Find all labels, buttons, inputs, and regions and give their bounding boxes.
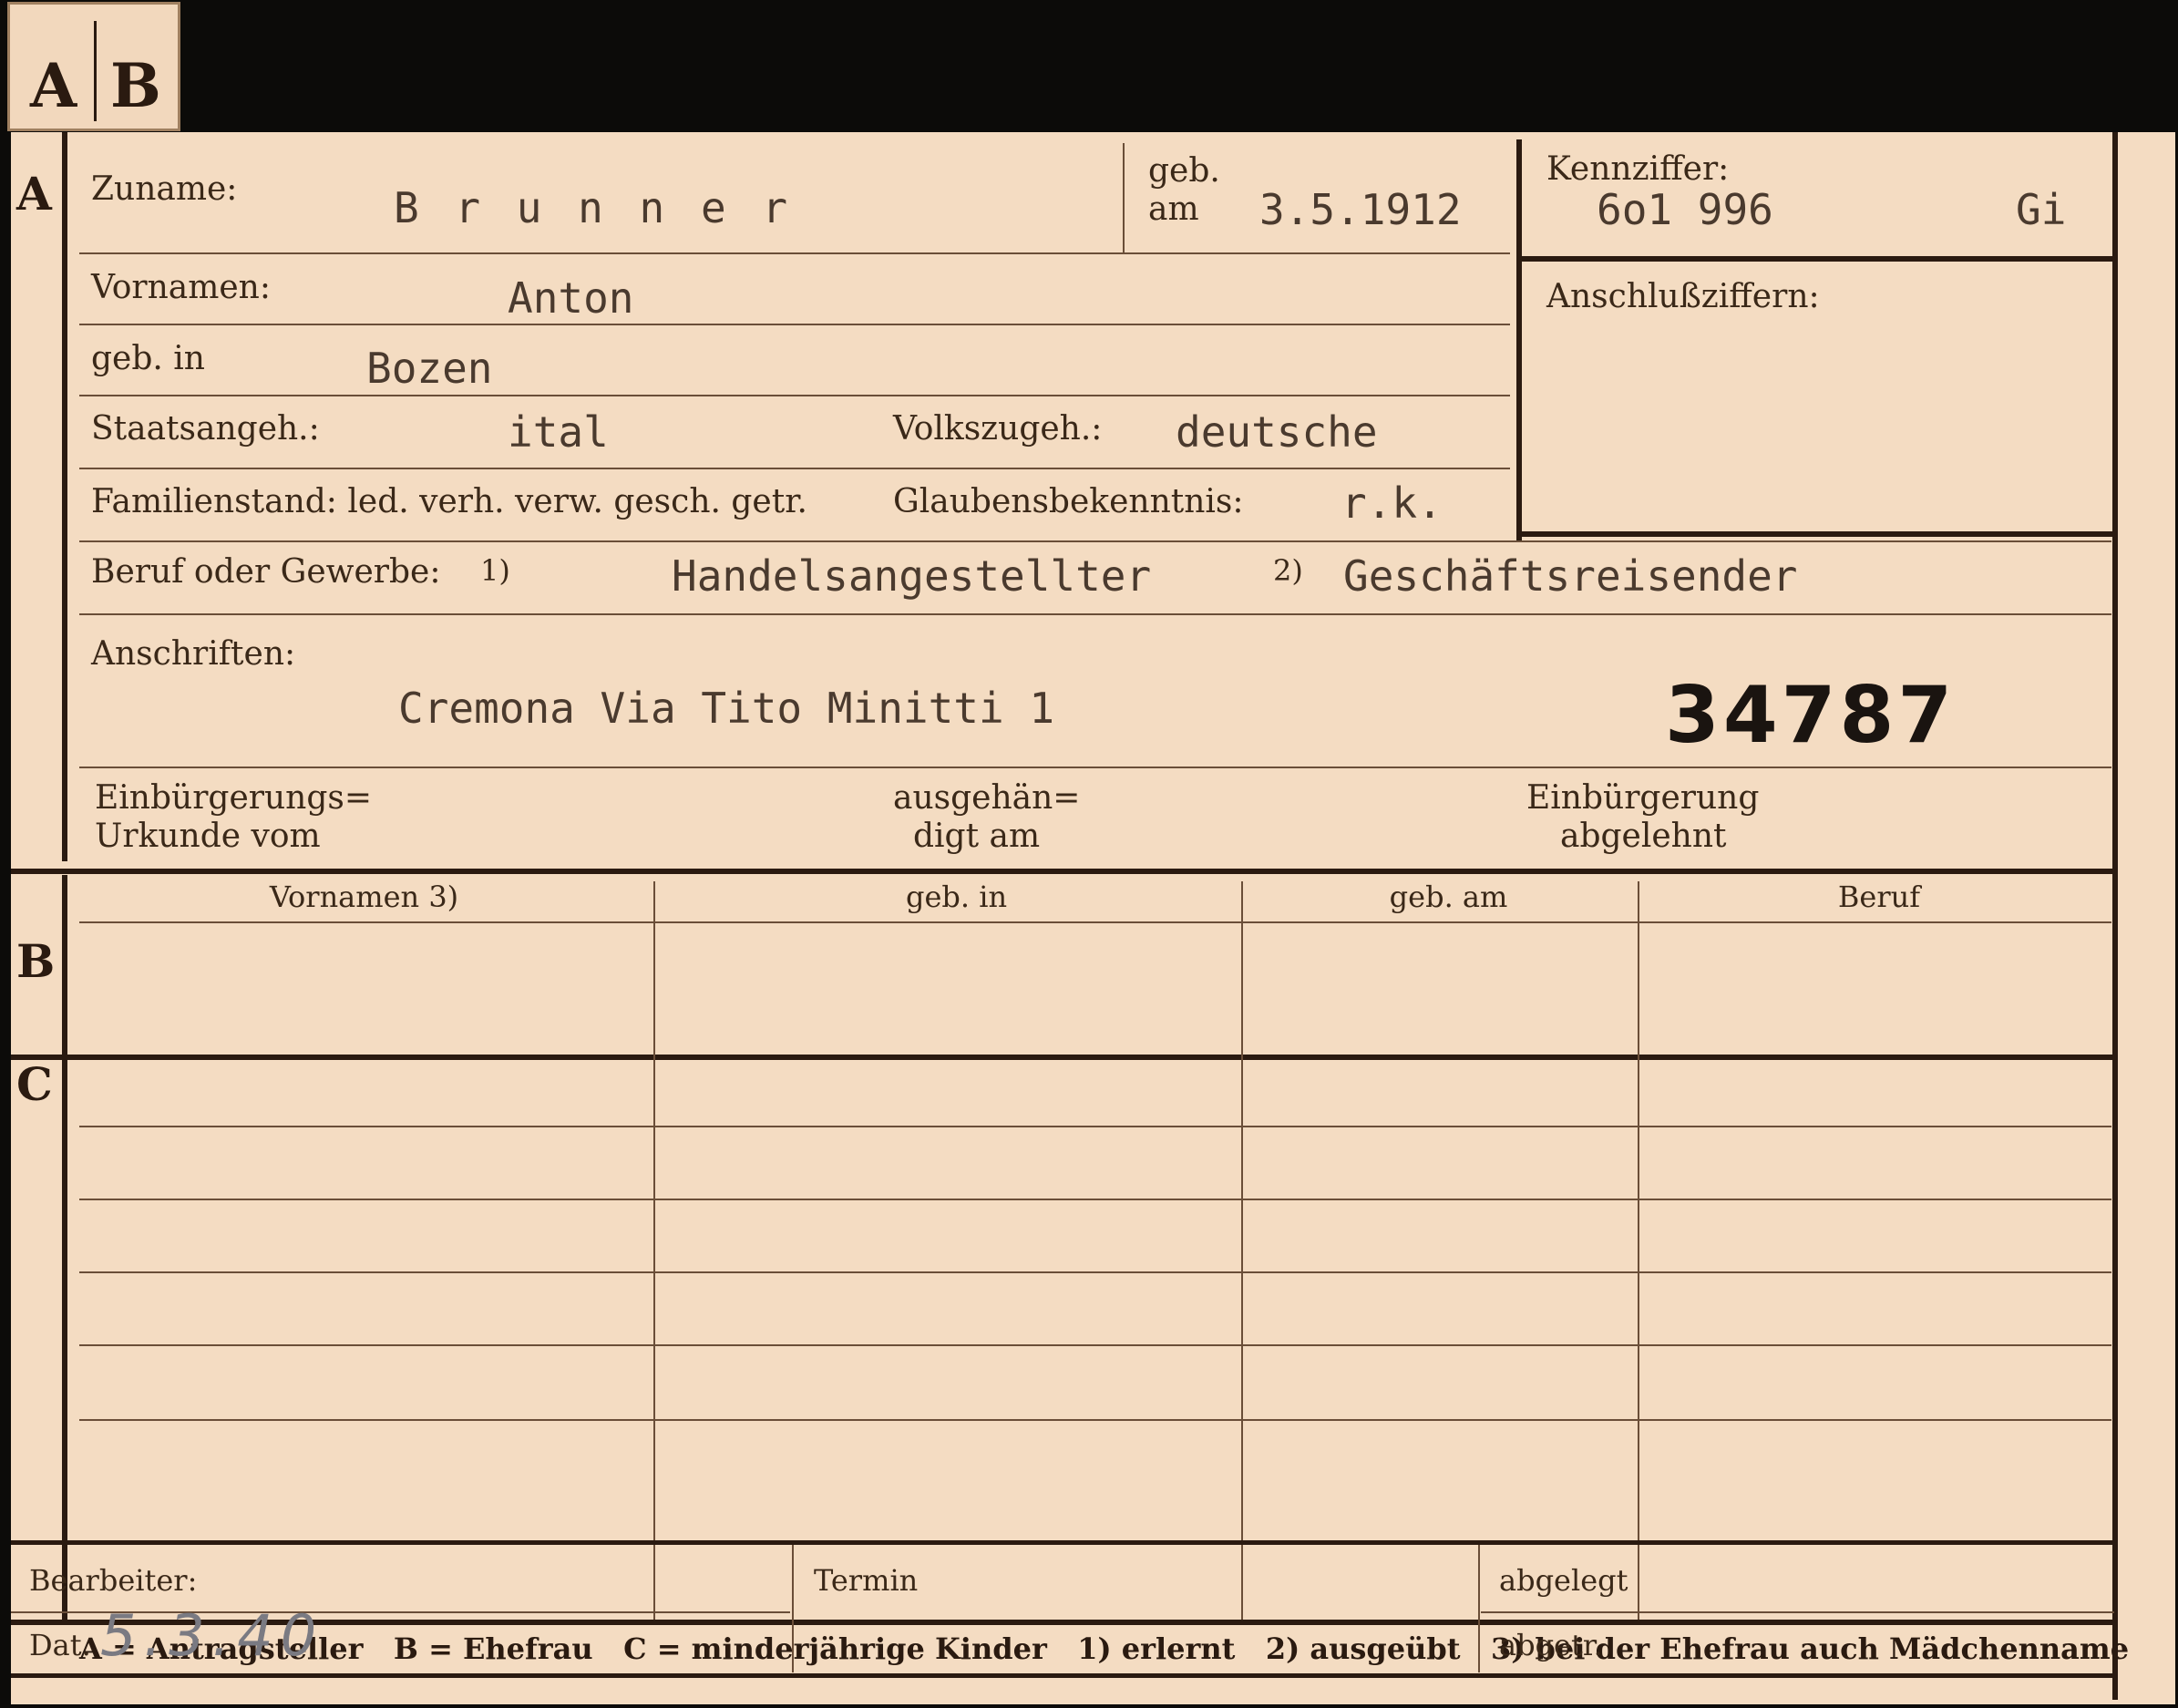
section-label-c: C: [16, 1057, 53, 1111]
row-rule: [79, 468, 1510, 469]
vornamen-value: Anton: [508, 273, 634, 323]
dat-label: Dat.: [29, 1628, 91, 1662]
ausgehaendigt-label-1: ausgehän=: [893, 779, 1081, 817]
zuname-label: Zuname:: [91, 170, 238, 208]
section-a-bottom-rule: [11, 869, 2116, 874]
section-a-left-rule: [62, 132, 67, 861]
column-rule: [1638, 1055, 1639, 1620]
section-b-bottom-rule: [11, 1055, 2116, 1060]
beruf-mark-1: 1): [480, 553, 510, 588]
ausgehaendigt-label-2: digt am: [913, 818, 1041, 855]
kennziffer-suffix: Gi: [2016, 185, 2067, 234]
dat-value: 5.3.40: [100, 1602, 324, 1669]
termin-divider-left: [792, 1545, 794, 1672]
kennziffer-label: Kennziffer:: [1546, 150, 1730, 188]
kennziffer-box-left: [1516, 139, 1522, 540]
section-label-b: B: [16, 934, 56, 988]
c-row-rule: [79, 1126, 2111, 1127]
einbuergerungs-label-1: Einbürgerungs=: [95, 779, 373, 817]
beruf-ausgeuebt-value: Geschäftsreisender: [1343, 551, 1798, 601]
geb-label: geb.: [1148, 152, 1220, 190]
registration-card: A B C Zuname: B r u n n e r geb. am 3.5.…: [11, 132, 2175, 1704]
footer-top-rule: [11, 1540, 2114, 1545]
row-rule: [79, 324, 1510, 325]
row-rule: [79, 613, 2111, 615]
index-tab: A B: [7, 2, 180, 131]
zuname-value: B r u n n e r: [394, 183, 794, 232]
kennziffer-box-divider: [1516, 256, 2118, 262]
kennziffer-value: 6o1 996: [1597, 185, 1773, 234]
anschriften-value: Cremona Via Tito Minitti 1: [398, 684, 1055, 733]
einbuergerungs-label-2: Urkunde vom: [95, 818, 321, 855]
geb-am-value: 3.5.1912: [1259, 185, 1462, 234]
gebin-value: Bozen: [366, 344, 493, 393]
section-label-a: A: [16, 167, 52, 221]
column-rule: [653, 1055, 655, 1620]
row-rule: [79, 540, 2111, 542]
staatsangehoerigkeit-label: Staatsangeh.:: [91, 410, 320, 448]
beruf-mark-2: 2): [1273, 553, 1303, 588]
footer-bottom-rule: [11, 1673, 2114, 1678]
staatsangehoerigkeit-value: ital: [508, 407, 609, 457]
anschlussziffern-label: Anschlußziffern:: [1546, 278, 1820, 315]
abgelegt-rule: [1481, 1611, 2114, 1613]
row-rule: [79, 395, 1510, 396]
tab-letter-a: A: [30, 50, 77, 121]
tab-divider: [94, 21, 97, 121]
familienstand-label: Familienstand: led. verh. verw. gesch. g…: [91, 483, 807, 520]
termin-divider-right: [1478, 1545, 1480, 1672]
c-row-rule: [79, 1271, 2111, 1273]
card-right-rule: [2112, 132, 2118, 1700]
b-col-gebam: geb. am: [1389, 880, 1508, 914]
volkszugehoerigkeit-value: deutsche: [1176, 407, 1378, 457]
anschriften-label: Anschriften:: [91, 635, 296, 673]
zuname-divider: [1123, 143, 1125, 252]
column-rule: [1241, 1055, 1243, 1620]
vornamen-label: Vornamen:: [91, 269, 271, 306]
c-row-rule: [79, 1419, 2111, 1421]
b-col-beruf: Beruf: [1837, 880, 1921, 914]
abgelegt-label: abgelegt: [1499, 1563, 1628, 1598]
section-c-left-rule: [62, 1055, 67, 1621]
b-col-vornamen: Vornamen 3): [269, 880, 459, 914]
volkszugehoerigkeit-label: Volkszugeh.:: [893, 410, 1103, 448]
b-col-gebin: geb. in: [905, 880, 1008, 914]
row-rule: [79, 252, 1510, 254]
c-row-rule: [79, 1344, 2111, 1346]
section-c-bottom-rule: [11, 1620, 2116, 1625]
row-rule: [79, 767, 2111, 768]
legend-line: A = Antragsteller B = Ehefrau C = minder…: [79, 1631, 2130, 1666]
einbuergerung-abgelehnt-label-2: abgelehnt: [1560, 818, 1727, 855]
c-row-rule: [79, 1199, 2111, 1200]
bearbeiter-label: Bearbeiter:: [29, 1563, 198, 1598]
einbuergerung-abgelehnt-label-1: Einbürgerung: [1526, 779, 1760, 817]
beruf-label: Beruf oder Gewerbe:: [91, 553, 441, 591]
am-label: am: [1148, 190, 1199, 228]
termin-label: Termin: [814, 1563, 919, 1598]
beruf-erlernt-value: Handelsangestellter: [672, 551, 1152, 601]
abgetragen-label: abgetr.: [1499, 1628, 1603, 1662]
stamped-number: 34787: [1665, 670, 1957, 761]
glaubensbekenntnis-value: r.k.: [1341, 478, 1443, 528]
glaubensbekenntnis-label: Glaubensbekenntnis:: [893, 483, 1244, 520]
b-header-rule: [79, 921, 2111, 923]
gebin-label: geb. in: [91, 340, 205, 377]
kennziffer-box-bottom: [1516, 531, 2118, 537]
tab-letter-b: B: [110, 50, 161, 121]
